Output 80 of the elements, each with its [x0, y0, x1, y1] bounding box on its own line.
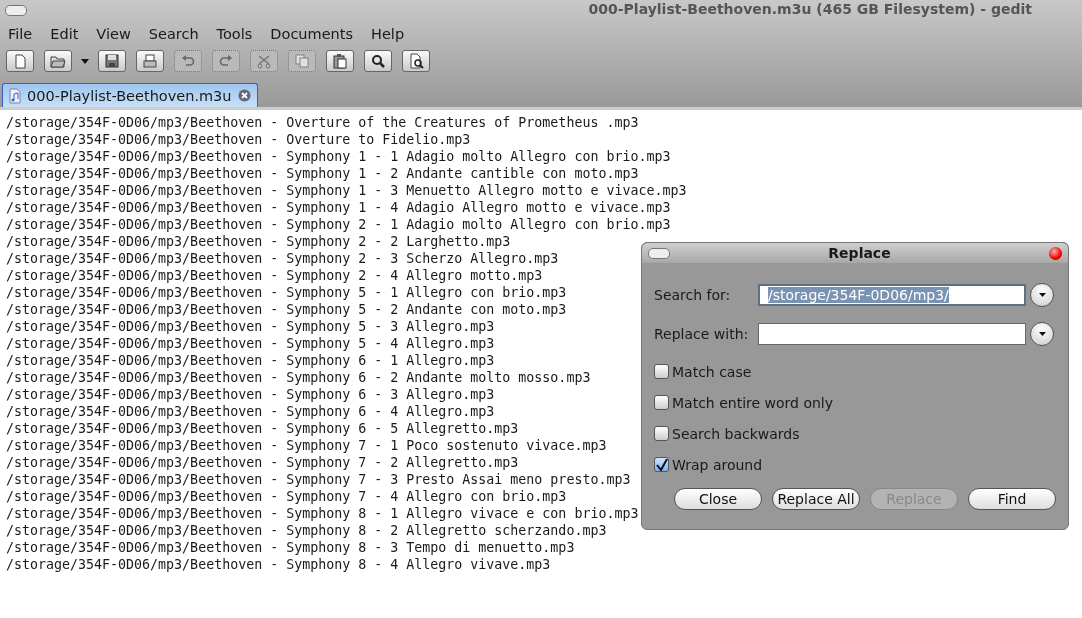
checkbox-label[interactable]: Match case: [672, 363, 752, 380]
text-line: /storage/354F-0D06/mp3/Beethoven - Overture of the Creatures of Prometheus .mp3: [6, 114, 639, 131]
text-line: /storage/354F-0D06/mp3/Beethoven - Symphony 5 - 1 Allegro con brio.mp3: [6, 284, 567, 301]
window-title: 000-Playlist-Beethoven.m3u (465 GB Filesystem) - gedit: [588, 1, 1032, 17]
checkbox[interactable]: [654, 364, 669, 379]
dialog-button[interactable]: Find: [968, 488, 1056, 510]
save-button[interactable]: [98, 50, 126, 72]
checkbox-label[interactable]: Wrap around: [672, 456, 763, 473]
menu-item[interactable]: Tools: [207, 26, 262, 42]
menu-item[interactable]: View: [87, 26, 140, 42]
window-menu-button[interactable]: [5, 4, 27, 16]
dropdown-button[interactable]: [1030, 282, 1054, 307]
search-button[interactable]: [364, 50, 392, 72]
text-line: /storage/354F-0D06/mp3/Beethoven - Symphony 6 - 5 Allegretto.mp3: [6, 420, 519, 437]
print-icon: [142, 53, 158, 69]
new-document-button[interactable]: [6, 50, 34, 72]
menu-item[interactable]: Documents: [261, 26, 363, 42]
text-line: /storage/354F-0D06/mp3/Beethoven - Symphony 7 - 4 Allegro con brio.mp3: [6, 488, 567, 505]
text-line: /storage/354F-0D06/mp3/Beethoven - Symphony 6 - 4 Allegro.mp3: [6, 403, 495, 420]
redo-icon: [218, 53, 234, 69]
dialog-button[interactable]: Replace All: [772, 488, 860, 510]
save-icon: [104, 53, 120, 69]
menu-item[interactable]: Edit: [41, 26, 88, 42]
text-line: /storage/354F-0D06/mp3/Beethoven - Symphony 7 - 2 Allegretto.mp3: [6, 454, 519, 471]
checkbox-label[interactable]: Match entire word only: [672, 394, 834, 411]
field-label: Search for:: [654, 286, 732, 303]
dropdown-arrow-icon[interactable]: [79, 58, 91, 64]
document-tab[interactable]: 000-Playlist-Beethoven.m3u: [2, 83, 258, 107]
dialog-title: Replace: [828, 245, 891, 261]
search-icon: [370, 53, 386, 69]
close-icon[interactable]: [237, 89, 251, 102]
text-line: /storage/354F-0D06/mp3/Beethoven - Symphony 7 - 3 Presto Assai meno presto.mp3: [6, 471, 631, 488]
folder-button[interactable]: [44, 50, 72, 72]
text-line: /storage/354F-0D06/mp3/Beethoven - Symphony 8 - 2 Allegretto scherzando.mp3: [6, 522, 607, 539]
text-line: /storage/354F-0D06/mp3/Beethoven - Symphony 8 - 4 Allegro vivave.mp3: [6, 556, 551, 573]
new-document-icon: [12, 53, 28, 69]
print-button[interactable]: [136, 50, 164, 72]
copy-icon: [294, 53, 310, 69]
text-line: /storage/354F-0D06/mp3/Beethoven - Symphony 8 - 3 Tempo di menuetto.mp3: [6, 539, 575, 556]
text-line: /storage/354F-0D06/mp3/Beethoven - Symphony 1 - 1 Adagio molto Allegro con brio.mp3: [6, 148, 671, 165]
text-line: /storage/354F-0D06/mp3/Beethoven - Symphony 8 - 1 Allegro vivace e con brio.mp3: [6, 505, 639, 522]
text-line: /storage/354F-0D06/mp3/Beethoven - Symphony 6 - 2 Andante molto mosso.mp3: [6, 369, 591, 386]
text-line: /storage/354F-0D06/mp3/Beethoven - Symphony 2 - 3 Scherzo Allegro.mp3: [6, 250, 559, 267]
menu-item[interactable]: Help: [362, 26, 414, 42]
paste-icon: [332, 53, 348, 69]
checkbox[interactable]: [654, 426, 669, 441]
undo-icon: [180, 53, 196, 69]
caret-icon: [1038, 292, 1046, 297]
dropdown-button[interactable]: [1030, 321, 1054, 346]
text-line: /storage/354F-0D06/mp3/Beethoven - Symphony 6 - 3 Allegro.mp3: [6, 386, 495, 403]
folder-icon: [50, 53, 66, 69]
text-line: /storage/354F-0D06/mp3/Beethoven - Symphony 2 - 4 Allegro motto.mp3: [6, 267, 543, 284]
text-line: /storage/354F-0D06/mp3/Beethoven - Symphony 5 - 3 Allegro.mp3: [6, 318, 495, 335]
document-search-button[interactable]: [402, 50, 430, 72]
checkmark-icon: [655, 458, 668, 471]
caret-icon: [1038, 331, 1046, 336]
checkbox[interactable]: [654, 395, 669, 410]
menu-item[interactable]: Search: [139, 26, 208, 42]
menu-item[interactable]: File: [0, 26, 42, 42]
field-label: Replace with:: [654, 325, 750, 342]
text-line: /storage/354F-0D06/mp3/Beethoven - Overture to Fidelio.mp3: [6, 131, 471, 148]
text-line: /storage/354F-0D06/mp3/Beethoven - Symphony 1 - 4 Adagio Allegro motto e vivace.mp3: [6, 199, 671, 216]
text-line: /storage/354F-0D06/mp3/Beethoven - Symphony 5 - 4 Allegro.mp3: [6, 335, 495, 352]
music-file-icon: [9, 87, 21, 104]
cut-icon: [256, 53, 272, 69]
text-line: /storage/354F-0D06/mp3/Beethoven - Symphony 5 - 2 Andante con moto.mp3: [6, 301, 567, 318]
text-line: /storage/354F-0D06/mp3/Beethoven - Symphony 2 - 1 Adagio molto Allegro con brio.mp3: [6, 216, 671, 233]
text-line: /storage/354F-0D06/mp3/Beethoven - Symphony 6 - 1 Allegro.mp3: [6, 352, 495, 369]
text-line: /storage/354F-0D06/mp3/Beethoven - Symphony 1 - 3 Menuetto Allegro motto e vivace.mp3: [6, 182, 687, 199]
replace-field[interactable]: [758, 322, 1026, 345]
text-line: /storage/354F-0D06/mp3/Beethoven - Symphony 1 - 2 Andante cantible con moto.mp3: [6, 165, 639, 182]
paste-button[interactable]: [326, 50, 354, 72]
dialog-button[interactable]: Close: [674, 488, 762, 510]
text-line: /storage/354F-0D06/mp3/Beethoven - Symphony 7 - 1 Poco sostenuto vivace.mp3: [6, 437, 607, 454]
checkbox-label[interactable]: Search backwards: [672, 425, 800, 442]
close-button[interactable]: [1049, 246, 1062, 260]
checkbox[interactable]: [654, 457, 669, 472]
window-menu-button[interactable]: [648, 247, 670, 259]
document-search-icon: [408, 53, 424, 69]
text-line: /storage/354F-0D06/mp3/Beethoven - Symphony 2 - 2 Larghetto.mp3: [6, 233, 511, 250]
